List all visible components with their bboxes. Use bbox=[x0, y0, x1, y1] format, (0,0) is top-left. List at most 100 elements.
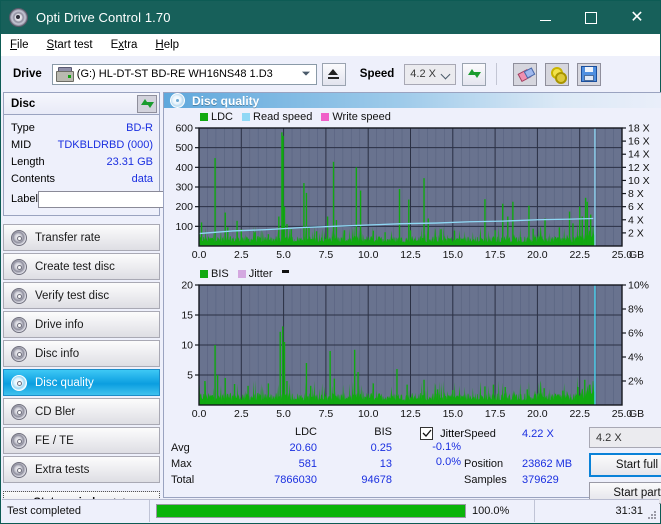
sidebar-item-cd-bler[interactable]: CD Bler bbox=[3, 398, 160, 425]
disc-panel-header: Disc bbox=[4, 93, 159, 115]
speed-select[interactable]: 4.2 X bbox=[404, 63, 457, 85]
svg-text:10: 10 bbox=[181, 340, 193, 352]
progress-bar-fill bbox=[157, 505, 465, 517]
title-bar: Opti Drive Control 1.70 ✕ bbox=[1, 1, 660, 34]
sidebar-item-label: Verify test disc bbox=[35, 289, 110, 302]
svg-text:600: 600 bbox=[175, 124, 193, 135]
menu-start-test[interactable]: Start test bbox=[47, 39, 93, 51]
sidebar-item-fe-te[interactable]: FE / TE bbox=[3, 427, 160, 454]
svg-text:18 X: 18 X bbox=[628, 124, 650, 135]
close-button[interactable]: ✕ bbox=[614, 1, 660, 34]
disc-icon bbox=[11, 287, 27, 304]
disc-row-contents-key: Contents bbox=[11, 172, 56, 185]
jitter-max-value: 0.0% bbox=[435, 456, 461, 468]
chart-ldc-readspeed[interactable]: 100 200 300 400 500 600 2 X4 X6 X8 X 10 X 12 X 14… bbox=[167, 124, 661, 264]
save-icon bbox=[581, 66, 598, 82]
legend-item-jitter: Jitter bbox=[237, 268, 273, 280]
disc-icon bbox=[11, 374, 27, 391]
legend-swatch-read-speed bbox=[242, 113, 251, 121]
sidebar-item-drive-info[interactable]: Drive info bbox=[3, 311, 160, 338]
sidebar-item-disc-info[interactable]: Disc info bbox=[3, 340, 160, 367]
stats-header-bis: BIS bbox=[374, 426, 392, 438]
run-position-value: 23862 MB bbox=[522, 458, 573, 470]
drive-select[interactable]: (G:) HL-DT-ST BD-RE WH16NS48 1.D3 bbox=[51, 63, 317, 85]
sidebar-item-transfer-rate[interactable]: Transfer rate bbox=[3, 224, 160, 251]
sidebar-item-verify-test-disc[interactable]: Verify test disc bbox=[3, 282, 160, 309]
sidebar-item-create-test-disc[interactable]: Create test disc bbox=[3, 253, 160, 280]
disc-row-contents-value: data bbox=[131, 172, 153, 185]
speed-select-value: 4.2 X bbox=[410, 68, 436, 80]
svg-text:2.5: 2.5 bbox=[234, 408, 249, 420]
chart-bis-jitter[interactable]: 5 10 15 20 2% 4% 6% 8% 10% 0.0 2.5 5.0 7.5 10.0 12.5 15… bbox=[167, 281, 661, 423]
sidebar-item-label: Drive info bbox=[35, 318, 84, 331]
menu-help[interactable]: Help bbox=[155, 39, 179, 51]
disc-row-type-value: BD-R bbox=[126, 121, 153, 134]
save-button[interactable] bbox=[577, 62, 602, 86]
refresh-button[interactable] bbox=[462, 62, 487, 86]
disc-icon bbox=[11, 403, 27, 420]
start-full-button[interactable]: Start full bbox=[589, 453, 661, 477]
toolbar: Drive (G:) HL-DT-ST BD-RE WH16NS48 1.D3 … bbox=[1, 56, 660, 92]
menu-file-rest: ile bbox=[17, 38, 29, 51]
menu-extra[interactable]: Extra bbox=[111, 39, 138, 51]
disc-icon bbox=[11, 461, 27, 478]
run-samples-row: Samples 379629 bbox=[464, 472, 589, 488]
svg-text:7.5: 7.5 bbox=[319, 249, 334, 261]
svg-text:15: 15 bbox=[181, 310, 193, 322]
run-spacer bbox=[464, 442, 589, 456]
keys-button[interactable] bbox=[545, 62, 570, 86]
sidebar-item-label: FE / TE bbox=[35, 434, 74, 447]
run-position-row: Position 23862 MB bbox=[464, 456, 589, 472]
maximize-button[interactable] bbox=[568, 1, 614, 34]
drive-icon bbox=[55, 67, 74, 82]
svg-text:22.5: 22.5 bbox=[569, 408, 590, 420]
svg-text:10.0: 10.0 bbox=[358, 408, 379, 420]
svg-text:400: 400 bbox=[175, 162, 193, 174]
svg-text:GB: GB bbox=[629, 249, 644, 261]
svg-text:16 X: 16 X bbox=[628, 136, 650, 148]
svg-text:10.0: 10.0 bbox=[358, 249, 379, 261]
legend-label-read-speed: Read speed bbox=[253, 111, 313, 123]
svg-text:12.5: 12.5 bbox=[400, 408, 421, 420]
chart2-legend: BIS Jitter bbox=[200, 267, 661, 281]
jitter-column: Jitter -0.1% 0.0% bbox=[384, 426, 464, 471]
keys-icon bbox=[550, 67, 567, 84]
sidebar-item-disc-quality[interactable]: Disc quality bbox=[3, 369, 160, 396]
svg-text:20.0: 20.0 bbox=[527, 408, 548, 420]
svg-text:17.5: 17.5 bbox=[485, 249, 506, 261]
svg-text:17.5: 17.5 bbox=[485, 408, 506, 420]
stats-row-avg-key: Avg bbox=[171, 442, 190, 454]
eject-button[interactable] bbox=[321, 62, 346, 86]
erase-button[interactable] bbox=[513, 62, 538, 86]
sidebar-item-label: CD Bler bbox=[35, 405, 76, 418]
svg-text:4 X: 4 X bbox=[628, 214, 644, 226]
disc-icon bbox=[11, 229, 27, 246]
legend-swatch-write-speed bbox=[321, 113, 330, 121]
content-panel: Disc quality LDC Read speed Write speed … bbox=[163, 92, 661, 504]
disc-row-mid: MID TDKBLDRBD (000) bbox=[11, 136, 153, 153]
legend-dash-marker bbox=[281, 270, 289, 273]
sidebar-item-extra-tests[interactable]: Extra tests bbox=[3, 456, 160, 483]
test-speed-select[interactable]: 4.2 X bbox=[589, 427, 661, 448]
charts-area: LDC Read speed Write speed 100 200 300 400 5… bbox=[164, 108, 661, 423]
sidebar-item-label: Disc info bbox=[35, 347, 80, 360]
legend-item-read-speed: Read speed bbox=[242, 111, 312, 123]
stats-row-max-ldc: 581 bbox=[298, 458, 317, 470]
stats-table: LDC BIS Avg 20.60 0.25 Max 581 13 Total … bbox=[164, 426, 464, 504]
disc-row-type-key: Type bbox=[11, 121, 35, 134]
menu-file[interactable]: File bbox=[10, 39, 29, 51]
legend-swatch-ldc bbox=[200, 113, 208, 121]
disc-refresh-button[interactable] bbox=[137, 94, 157, 113]
eraser-icon bbox=[517, 66, 536, 82]
legend-item-ldc: LDC bbox=[200, 111, 233, 123]
legend-label-write-speed: Write speed bbox=[332, 111, 391, 123]
legend-swatch-jitter bbox=[237, 270, 246, 278]
resize-grip[interactable] bbox=[646, 509, 656, 519]
jitter-checkbox[interactable] bbox=[420, 427, 434, 440]
drive-label: Drive bbox=[13, 68, 42, 80]
disc-label-row: Label bbox=[11, 188, 242, 210]
minimize-button[interactable] bbox=[522, 1, 568, 34]
svg-text:2%: 2% bbox=[628, 376, 643, 388]
svg-text:8 X: 8 X bbox=[628, 188, 644, 200]
disc-row-length-value: 23.31 GB bbox=[106, 155, 153, 168]
